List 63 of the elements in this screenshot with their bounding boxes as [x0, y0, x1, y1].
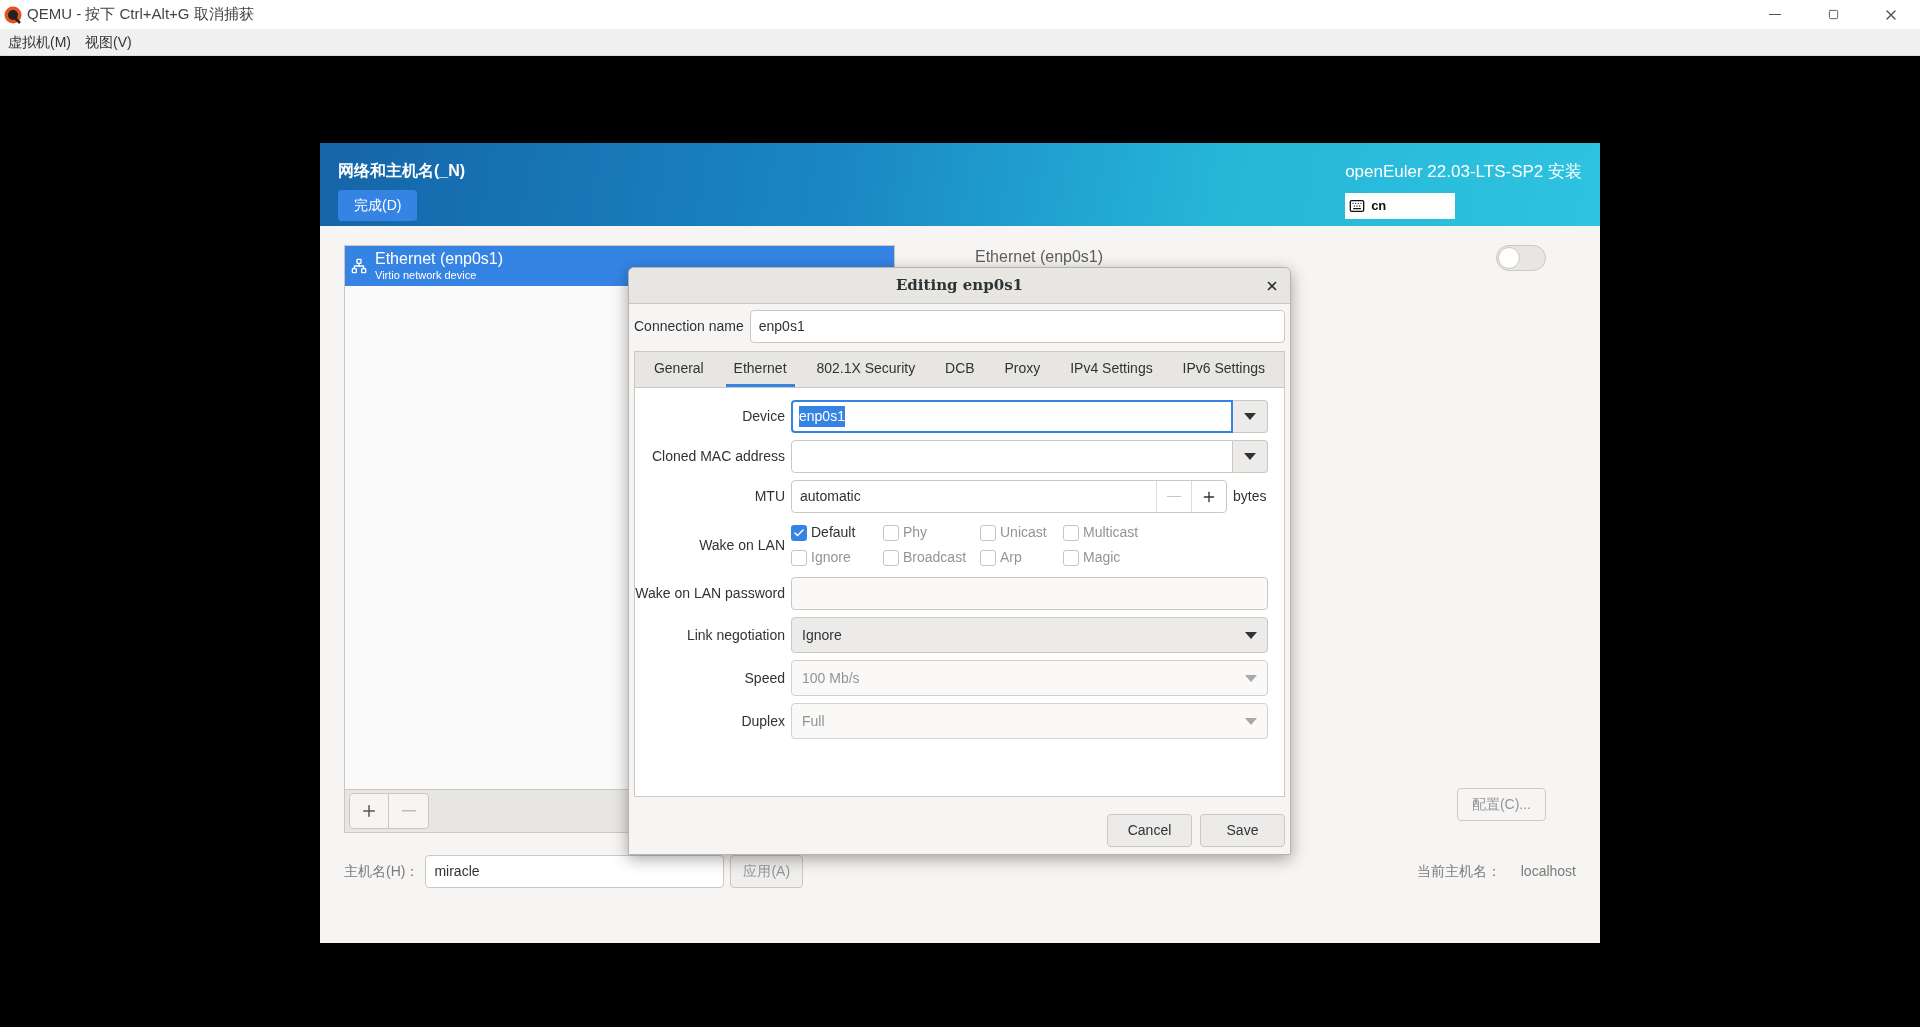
- tab[interactable]: General: [645, 352, 712, 387]
- checkbox-label: Multicast: [1083, 523, 1139, 542]
- checkbox-label: Default: [811, 523, 856, 542]
- caret-icon: [1245, 631, 1257, 639]
- tab[interactable]: IPv4 Settings: [1062, 352, 1161, 387]
- combo-field[interactable]: [791, 440, 1233, 473]
- checkbox-label: Arp: [1000, 548, 1022, 567]
- device-description: Virtio network device: [375, 269, 478, 283]
- checkbox-label: Ignore: [811, 548, 851, 567]
- page-title: 网络和主机名(_N): [338, 161, 466, 181]
- dropdown-button[interactable]: [1233, 440, 1268, 473]
- done-button[interactable]: 完成(D): [338, 190, 418, 221]
- app-logo-icon: [4, 5, 22, 24]
- network-icon: [351, 258, 367, 274]
- caret-icon: [1244, 453, 1256, 460]
- tab[interactable]: Proxy: [996, 352, 1049, 387]
- password-field[interactable]: [791, 577, 1268, 610]
- minus-icon: [401, 810, 416, 812]
- caret-icon: [1245, 717, 1257, 725]
- field-label: Device: [742, 407, 785, 426]
- field-label: Wake on LAN password: [635, 584, 785, 603]
- menu-item[interactable]: 视图(V): [85, 31, 132, 53]
- connection-name-label: Connection name: [634, 317, 744, 336]
- tab[interactable]: 802.1X Security: [808, 352, 924, 387]
- toggle-switch[interactable]: [1496, 245, 1546, 271]
- window-title: QEMU - 按下 Ctrl+Alt+G 取消捕获: [27, 4, 254, 25]
- minimize-icon: [1769, 13, 1781, 16]
- checkbox-label: Magic: [1083, 548, 1121, 567]
- current-hostname: localhost: [1520, 862, 1576, 881]
- dialog-button[interactable]: Save: [1200, 814, 1285, 847]
- tab[interactable]: IPv6 Settings: [1174, 352, 1274, 387]
- caret-icon: [1244, 413, 1256, 420]
- plus-icon: [360, 802, 378, 820]
- close-icon: [1265, 279, 1279, 293]
- field-label: Cloned MAC address: [651, 447, 785, 466]
- field-label: Speed: [744, 668, 785, 688]
- field-label: Duplex: [741, 711, 785, 731]
- device-title: Ethernet (enp0s1): [975, 247, 1104, 267]
- unit-label: bytes: [1233, 487, 1267, 506]
- checkbox-label: Unicast: [1000, 523, 1047, 542]
- dialog-title: Editing enp0s1: [895, 275, 1024, 297]
- product-name: openEuler 22.03-LTS-SP2 安装: [1345, 161, 1582, 183]
- keyboard-icon: [1349, 197, 1366, 214]
- checkbox-label: Broadcast: [903, 548, 967, 567]
- dropdown[interactable]: Ignore: [791, 617, 1268, 653]
- dropdown-button[interactable]: [1233, 400, 1268, 433]
- field-label: Link negotiation: [686, 625, 785, 645]
- field-label: Wake on LAN: [699, 535, 785, 555]
- restore-icon: [1827, 9, 1839, 20]
- hostname-label: 主机名(H)：: [344, 862, 420, 881]
- checkbox-label: Phy: [903, 523, 928, 542]
- connection-name-field[interactable]: enp0s1: [749, 310, 1285, 343]
- caret-icon: [1245, 674, 1257, 682]
- current-hostname-label: 当前主机名：: [1416, 862, 1501, 881]
- combo-field[interactable]: enp0s1: [791, 400, 1233, 433]
- keyboard-layout-indicator[interactable]: cn: [1345, 192, 1456, 219]
- tab[interactable]: DCB: [937, 352, 983, 387]
- device-name: Ethernet (enp0s1): [375, 249, 504, 270]
- checkbox[interactable]: Default: [791, 522, 883, 543]
- field-label: MTU: [754, 487, 785, 506]
- menu-item[interactable]: 虚拟机(M): [8, 31, 71, 53]
- dialog-button[interactable]: Cancel: [1107, 814, 1192, 847]
- hostname-field[interactable]: miracle: [425, 855, 725, 888]
